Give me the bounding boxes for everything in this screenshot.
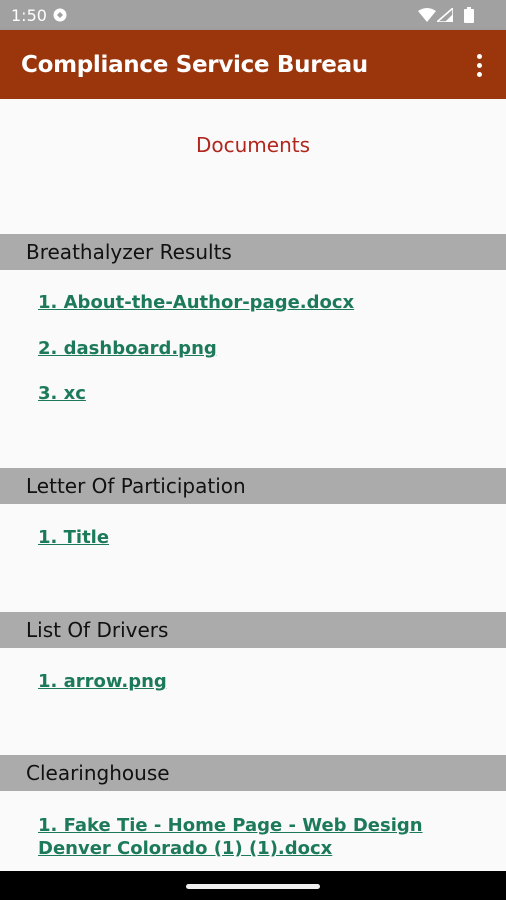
document-link[interactable]: 2. dashboard.png xyxy=(38,337,478,360)
document-link[interactable]: 1. arrow.png xyxy=(38,670,478,693)
document-link[interactable]: 1. Title xyxy=(38,526,478,549)
signal-icon xyxy=(434,6,454,27)
section-header-label: List Of Drivers xyxy=(26,618,169,642)
documents-content: Documents Breathalyzer Results 1. About-… xyxy=(0,99,506,871)
document-link[interactable]: 1. About-the-Author-page.docx xyxy=(38,291,478,314)
section-header-label: Letter Of Participation xyxy=(26,474,246,498)
section-header-label: Breathalyzer Results xyxy=(26,240,232,264)
document-link[interactable]: 3. xc xyxy=(38,382,478,405)
document-link[interactable]: 1. Fake Tie - Home Page - Web Design Den… xyxy=(38,814,458,860)
app-bar: Compliance Service Bureau xyxy=(0,30,506,99)
status-time: 1:50 xyxy=(11,6,47,25)
section-header-list-of-drivers: List Of Drivers xyxy=(0,612,506,648)
app-title: Compliance Service Bureau xyxy=(21,52,368,78)
status-bar: 1:50 xyxy=(0,0,506,30)
system-navigation-bar xyxy=(0,871,506,900)
section-header-clearinghouse: Clearinghouse xyxy=(0,755,506,791)
wifi-icon xyxy=(418,8,436,27)
section-header-label: Clearinghouse xyxy=(26,761,170,785)
overflow-menu-icon[interactable] xyxy=(468,50,490,80)
notification-icon xyxy=(52,7,68,28)
section-header-breathalyzer-results: Breathalyzer Results xyxy=(0,234,506,270)
battery-icon xyxy=(464,7,474,28)
section-header-letter-of-participation: Letter Of Participation xyxy=(0,468,506,504)
page-title: Documents xyxy=(195,133,311,157)
home-gesture-handle[interactable] xyxy=(186,884,320,889)
